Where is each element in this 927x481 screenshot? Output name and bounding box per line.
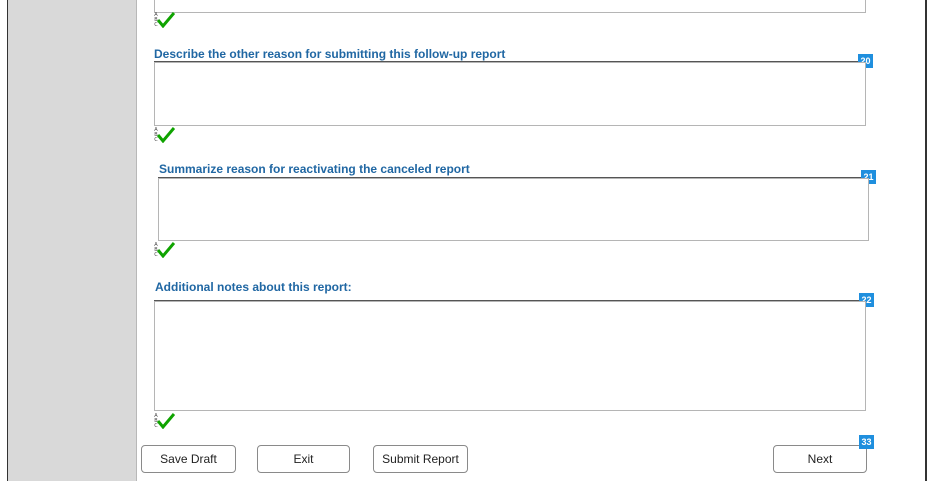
other-reason-textarea[interactable] (154, 62, 866, 126)
spellcheck-button[interactable]: ABC (154, 127, 176, 145)
submit-report-button[interactable]: Submit Report (373, 445, 468, 473)
previous-textarea[interactable] (154, 0, 866, 13)
field-label-21: Summarize reason for reactivating the ca… (159, 162, 470, 176)
field-label-20: Describe the other reason for submitting… (154, 47, 506, 61)
next-button-number-badge: 33 (859, 435, 874, 449)
spellcheck-check-icon (157, 413, 175, 429)
spellcheck-check-icon (157, 242, 175, 258)
spellcheck-check-icon (157, 12, 175, 28)
field-label-22: Additional notes about this report: (155, 280, 352, 294)
window-left-border (0, 0, 8, 481)
left-sidebar (8, 0, 137, 481)
save-draft-button[interactable]: Save Draft (141, 445, 236, 473)
spellcheck-button[interactable]: ABC (154, 242, 176, 260)
spellcheck-button[interactable]: ABC (154, 413, 176, 431)
spellcheck-button[interactable]: ABC (154, 12, 176, 30)
spellcheck-check-icon (157, 127, 175, 143)
reactivation-reason-textarea[interactable] (158, 178, 869, 241)
exit-button[interactable]: Exit (257, 445, 350, 473)
additional-notes-textarea[interactable] (154, 301, 866, 411)
next-button[interactable]: Next (773, 445, 867, 473)
